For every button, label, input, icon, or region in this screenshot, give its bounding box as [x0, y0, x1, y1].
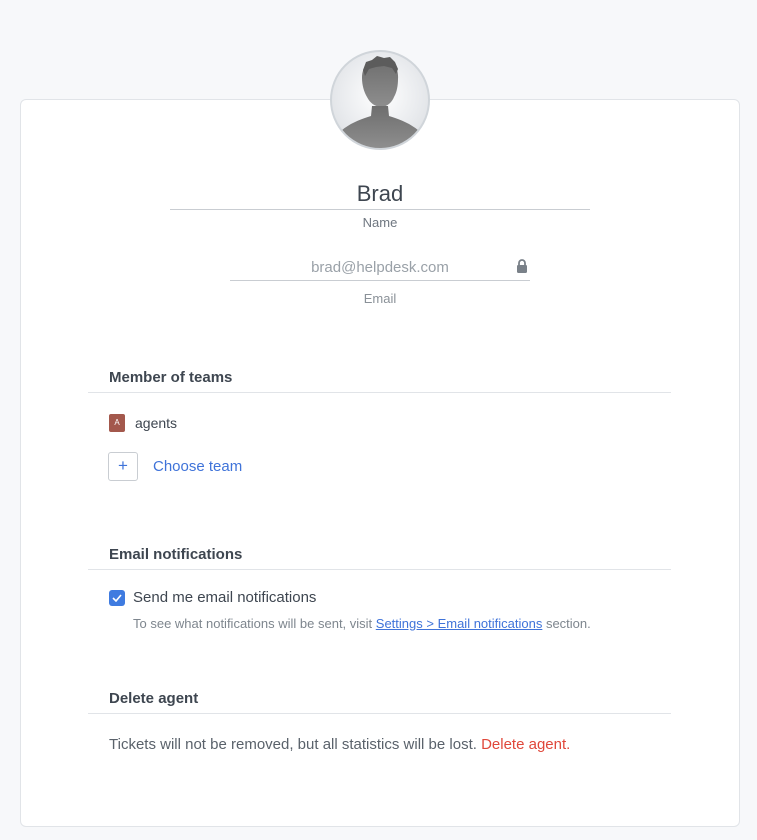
lock-icon: [517, 259, 527, 273]
email-input: brad@helpdesk.com: [230, 256, 530, 281]
email-notifications-option[interactable]: Send me email notifications: [109, 589, 316, 606]
delete-warning: Tickets will not be removed, but all sta…: [109, 736, 482, 753]
delete-agent-text: Tickets will not be removed, but all sta…: [109, 736, 570, 753]
avatar[interactable]: [330, 50, 430, 150]
email-value: brad@helpdesk.com: [311, 259, 449, 276]
name-field: Brad Name: [170, 178, 590, 230]
email-label: Email: [363, 291, 397, 306]
teams-section: Member of teams: [88, 363, 671, 393]
settings-email-notifications-link[interactable]: Settings > Email notifications: [376, 616, 543, 631]
team-item: A agents: [109, 414, 177, 432]
help-suffix: section.: [542, 616, 591, 631]
delete-agent-section: Delete agent: [88, 684, 671, 714]
plus-icon[interactable]: +: [108, 452, 138, 481]
team-name: agents: [135, 415, 178, 431]
user-silhouette-icon: [336, 56, 424, 148]
delete-agent-link[interactable]: Delete agent.: [481, 736, 570, 753]
email-notifications-help: To see what notifications will be sent, …: [133, 616, 591, 631]
email-field: brad@helpdesk.com Email: [230, 256, 530, 306]
help-prefix: To see what notifications will be sent, …: [133, 616, 376, 631]
team-badge: A: [109, 414, 125, 432]
email-notifications-section: Email notifications: [88, 540, 671, 570]
name-input[interactable]: Brad: [170, 178, 590, 210]
choose-team-link[interactable]: Choose team: [153, 458, 242, 475]
email-notifications-checkbox[interactable]: [109, 589, 125, 606]
teams-section-title: Member of teams: [88, 363, 671, 393]
email-notifications-title: Email notifications: [88, 540, 671, 570]
delete-agent-title: Delete agent: [88, 684, 671, 714]
choose-team-control[interactable]: + Choose team: [108, 452, 242, 481]
checkmark-icon: [112, 593, 122, 602]
name-label: Name: [362, 215, 398, 230]
email-notifications-label[interactable]: Send me email notifications: [133, 589, 316, 606]
